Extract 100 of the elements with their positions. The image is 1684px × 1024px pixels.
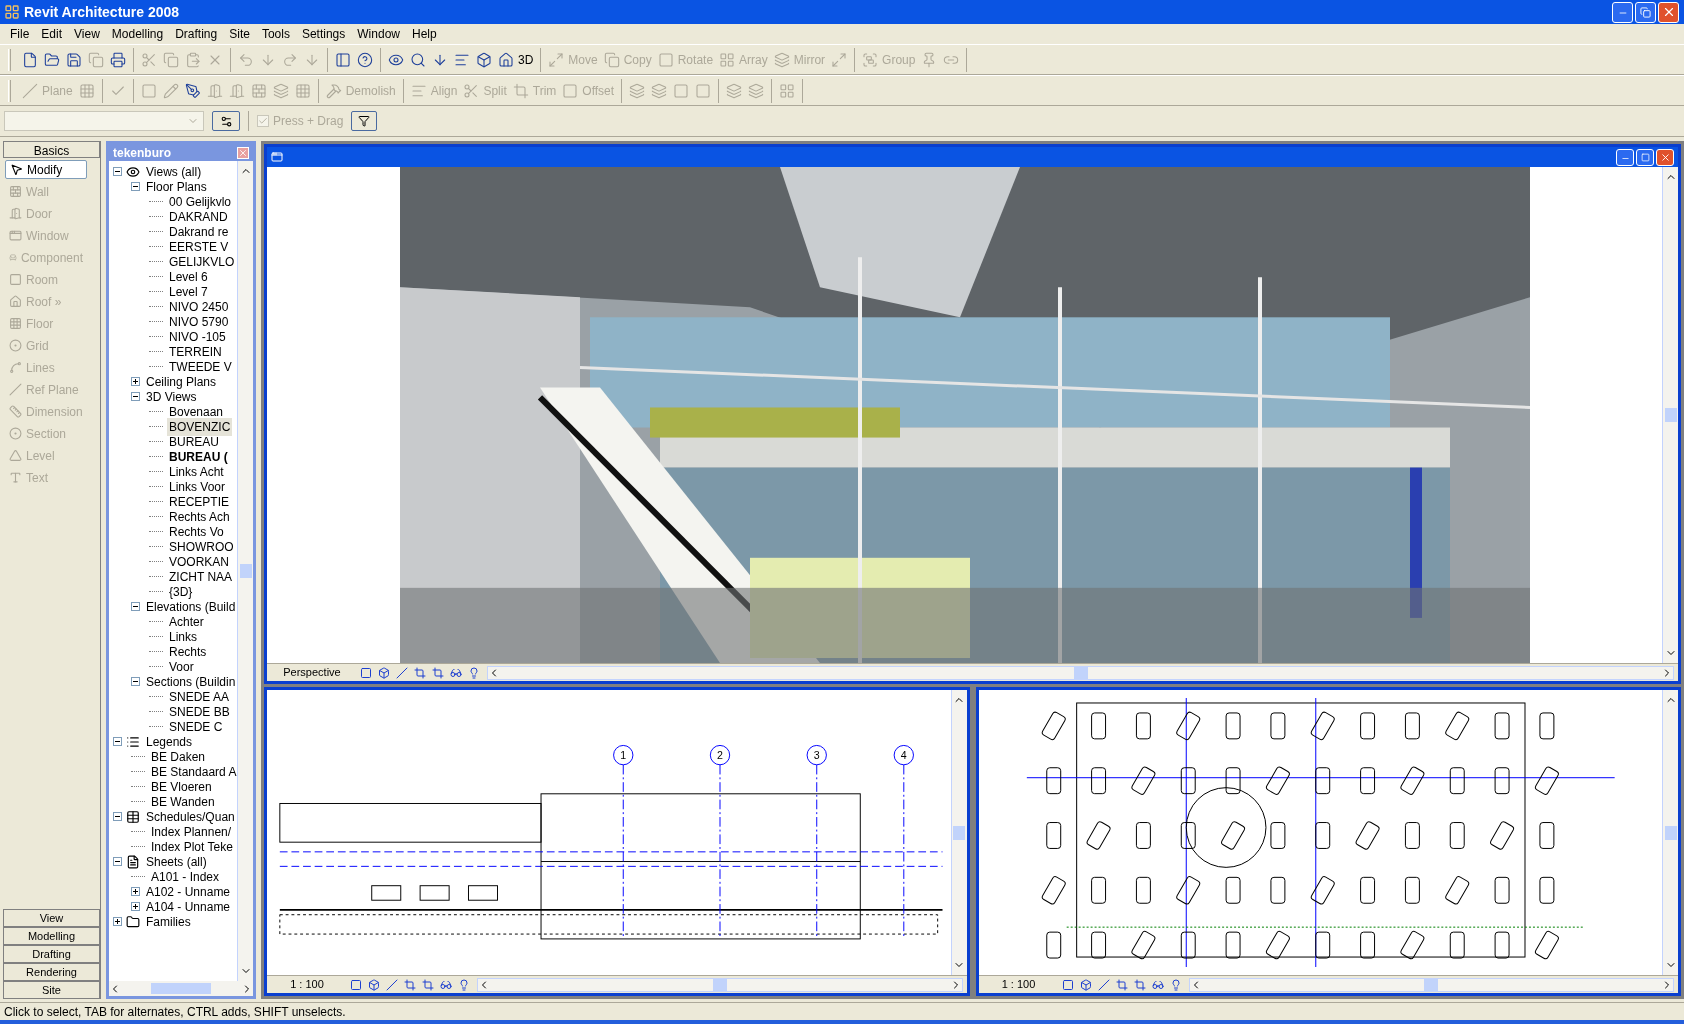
properties-button[interactable] [212, 111, 240, 131]
scroll-thumb[interactable] [712, 978, 727, 991]
menu-item[interactable]: Modelling [105, 25, 170, 43]
design-tool-button[interactable]: Modify [5, 160, 87, 179]
menu-item[interactable]: Tools [255, 25, 296, 43]
horizontal-scrollbar[interactable] [109, 981, 253, 996]
collapse-toggle-icon[interactable] [113, 812, 122, 821]
collapse-toggle-icon[interactable] [113, 857, 122, 866]
expand-toggle-icon[interactable] [131, 377, 140, 386]
close-button[interactable] [1658, 1, 1679, 23]
close-icon [238, 147, 248, 158]
undo-icon [238, 51, 254, 68]
panel-title: tekenburo [113, 144, 171, 162]
expand-toggle-icon[interactable] [113, 917, 122, 926]
design-bar-tab[interactable]: View [3, 909, 100, 927]
collapse-toggle-icon[interactable] [113, 167, 122, 176]
wall-icon [9, 185, 22, 198]
maximize-button[interactable] [1636, 148, 1654, 166]
restore-button[interactable] [1635, 1, 1656, 23]
minimize-button[interactable] [1616, 148, 1634, 166]
design-bar-tab[interactable]: Drafting [3, 945, 100, 963]
close-icon [1659, 151, 1671, 163]
crop-region-icon[interactable] [432, 666, 444, 679]
model-graphics-icon[interactable] [378, 666, 390, 679]
design-bar-tab[interactable]: Site [3, 981, 100, 999]
vertical-scrollbar[interactable] [1662, 690, 1678, 975]
close-button[interactable] [237, 146, 249, 159]
collapse-toggle-icon[interactable] [131, 677, 140, 686]
plane-icon [22, 82, 38, 99]
design-bar-tab[interactable]: Basics [3, 141, 100, 158]
crop-icon[interactable] [1115, 978, 1128, 991]
expand-toggle-icon[interactable] [131, 902, 140, 911]
grid-label: 3 [813, 749, 820, 761]
crop-region-icon[interactable] [1133, 978, 1146, 991]
floor-icon [9, 317, 22, 330]
scroll-thumb[interactable] [151, 983, 211, 994]
menu-item[interactable]: Settings [295, 25, 352, 43]
design-bar-tab[interactable]: Modelling [3, 927, 100, 945]
vertical-scrollbar[interactable] [1662, 167, 1678, 663]
chair-icon [9, 251, 17, 264]
model-graphics-icon[interactable] [368, 978, 380, 991]
horizontal-scrollbar[interactable] [477, 977, 963, 992]
model-graphics-icon[interactable] [1079, 978, 1092, 991]
new-file-icon [22, 51, 38, 68]
minimize-button[interactable] [1612, 1, 1633, 23]
save-icon [66, 51, 82, 68]
crop-icon[interactable] [404, 978, 416, 991]
grid-label: 4 [900, 749, 907, 761]
properties-icon [219, 114, 233, 128]
scroll-thumb[interactable] [239, 564, 252, 578]
scroll-thumb[interactable] [953, 825, 965, 840]
vertical-scrollbar[interactable] [237, 161, 253, 981]
collapse-toggle-icon[interactable] [131, 182, 140, 191]
filter-button[interactable] [351, 111, 378, 131]
text-icon [9, 471, 22, 484]
view-scale[interactable]: Perspective [267, 664, 357, 681]
vertical-scrollbar[interactable] [950, 690, 967, 975]
restore-icon [1640, 6, 1651, 18]
horizontal-scrollbar[interactable] [487, 665, 1674, 680]
collapse-toggle-icon[interactable] [113, 737, 122, 746]
scroll-thumb[interactable] [1664, 825, 1677, 840]
view-scale[interactable]: 1 : 100 [978, 976, 1059, 993]
toolbar-button[interactable]: 3D [495, 47, 537, 72]
menu-item[interactable]: Edit [35, 25, 69, 43]
menu-item[interactable]: Window [351, 25, 406, 43]
tree-item[interactable]: 00 Gelijkvlo [167, 192, 234, 211]
tree-item[interactable]: Views (all) [144, 162, 204, 181]
collapse-toggle-icon[interactable] [131, 602, 140, 611]
zoom-icon [410, 51, 426, 68]
collapse-toggle-icon[interactable] [131, 392, 140, 401]
scroll-thumb[interactable] [1664, 408, 1677, 422]
layers-icon [272, 82, 289, 99]
menu-item[interactable]: Site [223, 25, 256, 43]
window-title: Revit Architecture 2008 [24, 2, 181, 22]
crop-region-icon[interactable] [422, 978, 434, 991]
hammer-icon [325, 82, 342, 99]
tree-item[interactable]: BOVENZIC [167, 417, 233, 436]
window-icon [9, 229, 22, 242]
help-icon [357, 51, 373, 68]
table-icon [126, 809, 140, 824]
group-icon [862, 51, 879, 68]
design-bar-tab[interactable]: Rendering [3, 963, 100, 981]
menu-item[interactable]: View [68, 25, 106, 43]
close-button[interactable] [1656, 148, 1674, 166]
menu-item[interactable]: Drafting [169, 25, 224, 43]
browser-icon [335, 51, 351, 68]
pencil-icon [162, 82, 179, 99]
pointer-icon [10, 163, 23, 176]
menu-item[interactable]: File [4, 25, 36, 43]
fill-icon [78, 82, 95, 99]
scroll-thumb[interactable] [1424, 978, 1439, 991]
scroll-thumb[interactable] [1073, 666, 1088, 679]
menu-item[interactable]: Help [406, 25, 443, 43]
grid-label: 2 [717, 749, 723, 761]
expand-toggle-icon[interactable] [131, 887, 140, 896]
grid-label: 1 [620, 749, 627, 761]
status-text: Click to select, TAB for alternates, CTRL adds, SHIFT unselects. [4, 1003, 347, 1021]
crop-icon[interactable] [414, 666, 426, 679]
view-scale[interactable]: 1 : 100 [267, 976, 347, 993]
horizontal-scrollbar[interactable] [1188, 977, 1674, 992]
